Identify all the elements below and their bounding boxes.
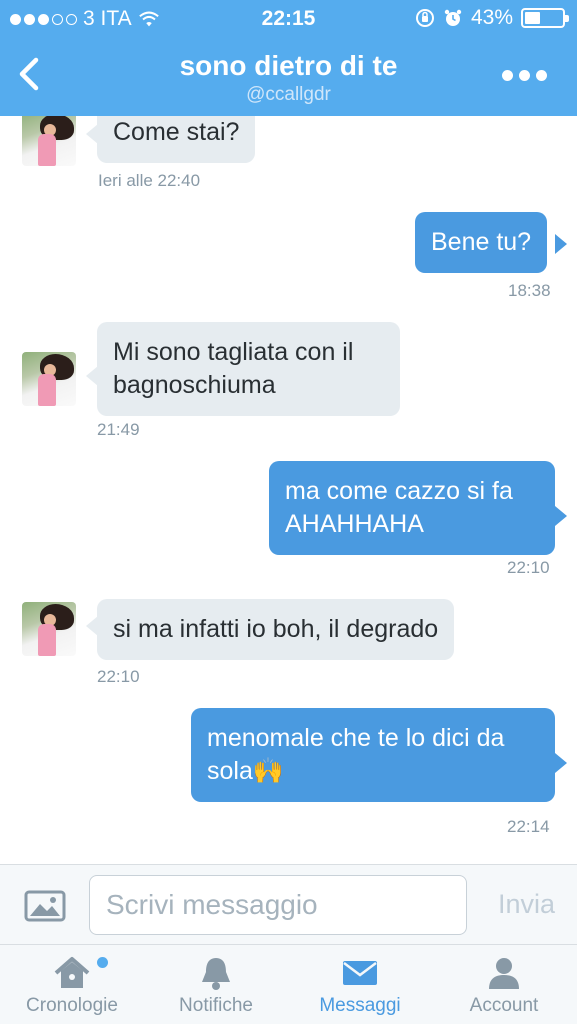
battery-percent: 43% — [470, 6, 513, 29]
message-timestamp: 22:10 — [507, 558, 550, 577]
dm-conversation-screen: 3 ITA 22:15 43% sono dietro di te @ccall… — [0, 0, 577, 1024]
message-timestamp: 22:10 — [97, 667, 140, 686]
sender-avatar[interactable] — [22, 116, 76, 166]
more-options-button[interactable] — [502, 70, 547, 81]
sender-avatar[interactable] — [22, 602, 76, 656]
new-content-dot — [97, 957, 108, 968]
alarm-icon — [444, 9, 462, 26]
status-right: 43% — [415, 6, 569, 30]
person-icon — [489, 958, 519, 989]
message-bubble-outgoing[interactable]: Bene tu? — [415, 212, 548, 273]
tab-label: Account — [469, 995, 539, 1016]
photo-icon[interactable] — [24, 889, 66, 923]
bell-icon — [202, 958, 230, 990]
tab-label: Messaggi — [319, 995, 401, 1016]
conversation-handle: @ccallgdr — [246, 84, 331, 105]
message-timestamp: Ieri alle 22:40 — [98, 171, 201, 190]
tab-account[interactable]: Account — [432, 945, 576, 1024]
sender-avatar[interactable] — [22, 352, 76, 406]
status-bar: 3 ITA 22:15 43% — [0, 0, 577, 38]
battery-level — [525, 12, 540, 24]
message-bubble-incoming[interactable]: Mi sono tagliata con il bagnoschiuma — [97, 322, 400, 416]
battery-icon — [521, 8, 569, 28]
message-input[interactable] — [89, 875, 467, 935]
message-timestamp: 22:14 — [507, 817, 550, 836]
message-bubble-incoming[interactable]: Come stai? — [97, 116, 256, 163]
send-button[interactable]: Invia — [498, 889, 555, 920]
tab-label: Cronologie — [26, 995, 118, 1016]
message-list[interactable]: Come stai? Ieri alle 22:40 Bene tu? 18:3… — [0, 116, 577, 864]
home-icon — [54, 957, 90, 988]
message-bubble-outgoing[interactable]: ma come cazzo si fa AHAHHAHA — [269, 461, 555, 555]
header: 3 ITA 22:15 43% sono dietro di te @ccall… — [0, 0, 577, 116]
message-bubble-incoming[interactable]: si ma infatti io boh, il degrado — [97, 599, 455, 660]
message-timestamp: 21:49 — [97, 420, 140, 439]
tab-bar: Cronologie Notifiche Messaggi Account — [0, 944, 577, 1024]
message-composer: Invia — [0, 864, 577, 944]
tab-label: Notifiche — [179, 995, 253, 1016]
envelope-icon — [343, 961, 377, 985]
message-timestamp: 18:38 — [508, 281, 551, 300]
orientation-lock-icon — [415, 9, 434, 27]
message-bubble-outgoing[interactable]: menomale che te lo dici da sola🙌 — [191, 708, 555, 802]
ellipsis-icon — [502, 70, 513, 81]
tab-messaggi[interactable]: Messaggi — [288, 945, 432, 1024]
tab-cronologie[interactable]: Cronologie — [0, 945, 144, 1024]
conversation-title[interactable]: sono dietro di te — [0, 50, 577, 82]
tab-notifiche[interactable]: Notifiche — [144, 945, 288, 1024]
